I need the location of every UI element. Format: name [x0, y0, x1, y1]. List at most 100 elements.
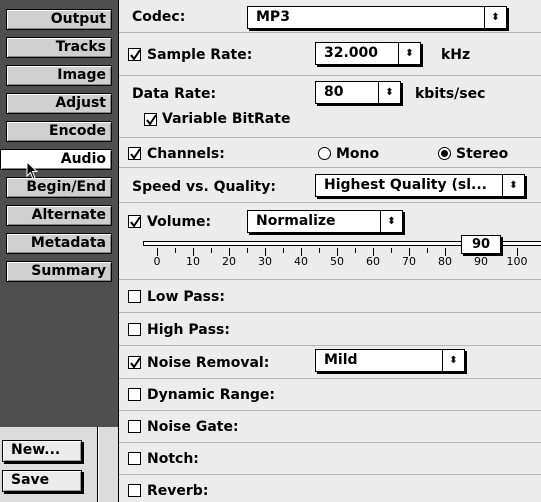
- data-rate-label: Data Rate:: [132, 86, 217, 102]
- scale-tick-label: 30: [258, 255, 272, 268]
- speed-quality-label: Speed vs. Quality:: [132, 179, 276, 195]
- tab-adjust[interactable]: Adjust: [6, 93, 112, 114]
- sample-rate-row: Sample Rate: 32.000 ⬍ kHz: [119, 33, 541, 76]
- scale-tick-label: 100: [506, 255, 528, 268]
- noise-gate-label: Noise Gate:: [147, 419, 239, 435]
- scale-tick-label: 20: [222, 255, 236, 268]
- dynamic-range-checkbox[interactable]: [128, 388, 141, 401]
- sidebar: Output Tracks Image Adjust Encode Audio …: [0, 0, 118, 502]
- volume-label: Volume:: [147, 214, 212, 230]
- tab-summary[interactable]: Summary: [6, 261, 112, 282]
- high-pass-row: High Pass:: [119, 313, 541, 346]
- noise-removal-popup[interactable]: Mild ⬍: [315, 349, 465, 372]
- reverb-row: Reverb:: [119, 475, 541, 502]
- noise-removal-row: Noise Removal: Mild ⬍: [119, 346, 541, 379]
- notch-row: Notch:: [119, 443, 541, 475]
- tab-encode[interactable]: Encode: [6, 121, 112, 142]
- scale-tick-label: 60: [366, 255, 380, 268]
- volume-slider-thumb[interactable]: 90: [461, 235, 501, 254]
- scale-minor-tick: [427, 248, 428, 253]
- mono-radio[interactable]: [318, 147, 331, 160]
- divider: [97, 427, 99, 502]
- reverb-label: Reverb:: [147, 483, 209, 499]
- scale-tick-label: 10: [186, 255, 200, 268]
- scale-tick-label: 50: [330, 255, 344, 268]
- scale-minor-tick: [391, 248, 392, 253]
- sample-rate-popup[interactable]: 32.000 ⬍: [315, 42, 421, 65]
- checkmark-icon: [130, 148, 141, 160]
- stereo-radio[interactable]: [438, 147, 451, 160]
- channels-label: Channels:: [147, 146, 225, 162]
- noise-gate-row: Noise Gate:: [119, 411, 541, 443]
- scale-minor-tick: [319, 248, 320, 253]
- tab-alternate[interactable]: Alternate: [6, 205, 112, 226]
- checkmark-icon: [130, 357, 141, 369]
- data-rate-row: Data Rate: 80 ⬍ kbits/sec Variable BitRa…: [119, 76, 541, 138]
- scale-tick-label: 40: [294, 255, 308, 268]
- updown-arrows-icon: ⬍: [378, 82, 400, 103]
- tab-output[interactable]: Output: [6, 9, 112, 30]
- preset-panel: New... Save: [0, 427, 118, 502]
- high-pass-label: High Pass:: [147, 322, 230, 338]
- low-pass-row: Low Pass:: [119, 280, 541, 313]
- volume-mode-popup[interactable]: Normalize ⬍: [247, 210, 403, 233]
- codec-label: Codec:: [132, 9, 186, 25]
- variable-bitrate-checkbox[interactable]: [144, 113, 157, 126]
- codec-value: MP3: [256, 9, 290, 25]
- variable-bitrate-label: Variable BitRate: [162, 111, 291, 127]
- channels-checkbox[interactable]: [128, 147, 141, 160]
- data-rate-value: 80: [324, 84, 344, 100]
- mouse-cursor-icon: [26, 161, 39, 180]
- codec-popup[interactable]: MP3 ⬍: [247, 6, 507, 29]
- noise-gate-checkbox[interactable]: [128, 420, 141, 433]
- dynamic-range-row: Dynamic Range:: [119, 379, 541, 411]
- low-pass-label: Low Pass:: [147, 289, 225, 305]
- channels-row: Channels: Mono Stereo: [119, 138, 541, 168]
- noise-removal-label: Noise Removal:: [147, 355, 270, 371]
- data-rate-unit: kbits/sec: [415, 86, 486, 102]
- updown-arrows-icon: ⬍: [398, 43, 420, 64]
- scale-tick-label: 90: [474, 255, 488, 268]
- sample-rate-checkbox[interactable]: [128, 48, 141, 61]
- save-preset-button[interactable]: Save: [2, 470, 82, 492]
- tab-begin-end[interactable]: Begin/End: [6, 177, 112, 198]
- codec-row: Codec: MP3 ⬍: [119, 0, 541, 33]
- updown-arrows-icon: ⬍: [502, 175, 524, 196]
- low-pass-checkbox[interactable]: [128, 290, 141, 303]
- sample-rate-value: 32.000: [324, 45, 379, 61]
- checkmark-icon: [130, 49, 141, 61]
- mono-label: Mono: [336, 146, 380, 162]
- scale-tick-label: 70: [402, 255, 416, 268]
- speed-quality-row: Speed vs. Quality: Highest Quality (sl..…: [119, 168, 541, 203]
- data-rate-popup[interactable]: 80 ⬍: [315, 81, 401, 104]
- noise-removal-value: Mild: [324, 352, 358, 368]
- audio-settings-panel: Codec: MP3 ⬍ Sample Rate: 32.000 ⬍ kHz D…: [118, 0, 541, 502]
- sample-rate-label: Sample Rate:: [147, 47, 253, 63]
- tab-metadata[interactable]: Metadata: [6, 233, 112, 254]
- new-preset-button[interactable]: New...: [2, 440, 82, 462]
- updown-arrows-icon: ⬍: [484, 7, 506, 28]
- updown-arrows-icon: ⬍: [380, 211, 402, 232]
- scale-tick-label: 0: [153, 255, 161, 268]
- volume-checkbox[interactable]: [128, 215, 141, 228]
- checkmark-icon: [146, 114, 157, 126]
- notch-label: Notch:: [147, 451, 199, 467]
- scale-minor-tick: [247, 248, 248, 253]
- scale-minor-tick: [211, 248, 212, 253]
- scale-minor-tick: [283, 248, 284, 253]
- high-pass-checkbox[interactable]: [128, 323, 141, 336]
- tab-image[interactable]: Image: [6, 65, 112, 86]
- scale-minor-tick: [175, 248, 176, 253]
- tab-tracks[interactable]: Tracks: [6, 37, 112, 58]
- speed-quality-popup[interactable]: Highest Quality (sl... ⬍: [315, 174, 525, 197]
- updown-arrows-icon: ⬍: [442, 350, 464, 371]
- tab-audio[interactable]: Audio: [0, 149, 112, 170]
- notch-checkbox[interactable]: [128, 452, 141, 465]
- noise-removal-checkbox[interactable]: [128, 356, 141, 369]
- sample-rate-unit: kHz: [441, 47, 471, 63]
- reverb-checkbox[interactable]: [128, 484, 141, 497]
- scale-minor-tick: [355, 248, 356, 253]
- volume-mode-value: Normalize: [256, 213, 336, 229]
- scale-tick-label: 80: [438, 255, 452, 268]
- dynamic-range-label: Dynamic Range:: [147, 387, 276, 403]
